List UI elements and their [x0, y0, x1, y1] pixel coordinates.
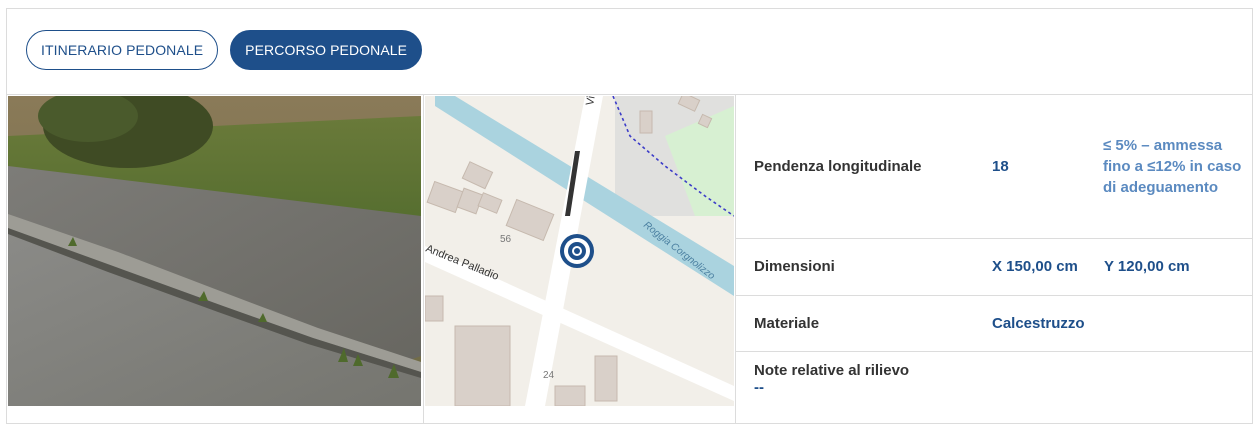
- pendenza-note: ≤ 5% – ammessa fino a ≤12% in caso di ad…: [1103, 95, 1253, 239]
- ramp-photo: [8, 96, 421, 406]
- dimensioni-x: X 150,00 cm: [991, 238, 1103, 296]
- pendenza-label: Pendenza longitudinale: [736, 95, 991, 239]
- divider-photo-map: [423, 95, 424, 424]
- materiale-value: Calcestruzzo: [991, 295, 1253, 352]
- tab-percorso-pedonale[interactable]: PERCORSO PEDONALE: [230, 30, 423, 70]
- row-note: Note relative al rilievo --: [736, 351, 1253, 415]
- tab-bar: ITINERARIO PEDONALE PERCORSO PEDONALE: [26, 30, 423, 70]
- dimensioni-y: Y 120,00 cm: [1103, 238, 1253, 296]
- tab-itinerario-pedonale[interactable]: ITINERARIO PEDONALE: [26, 30, 219, 70]
- house-number-56: 56: [500, 234, 512, 245]
- info-table: Pendenza longitudinale 18 ≤ 5% – ammessa…: [736, 95, 1253, 415]
- road-label-partial: Vi: [584, 96, 597, 107]
- target-marker-icon[interactable]: [560, 234, 594, 268]
- row-pendenza: Pendenza longitudinale 18 ≤ 5% – ammessa…: [736, 95, 1253, 239]
- row-dimensioni: Dimensioni X 150,00 cm Y 120,00 cm: [736, 238, 1253, 296]
- pendenza-value: 18: [991, 95, 1103, 239]
- note-label: Note relative al rilievo: [754, 361, 910, 379]
- row-materiale: Materiale Calcestruzzo: [736, 295, 1253, 352]
- house-number-24: 24: [543, 370, 555, 381]
- location-map[interactable]: 56 24 Andrea Palladio Roggia Corgnolizzo…: [425, 96, 734, 406]
- dimensioni-label: Dimensioni: [736, 238, 991, 296]
- materiale-label: Materiale: [736, 295, 991, 352]
- note-value: --: [754, 378, 764, 396]
